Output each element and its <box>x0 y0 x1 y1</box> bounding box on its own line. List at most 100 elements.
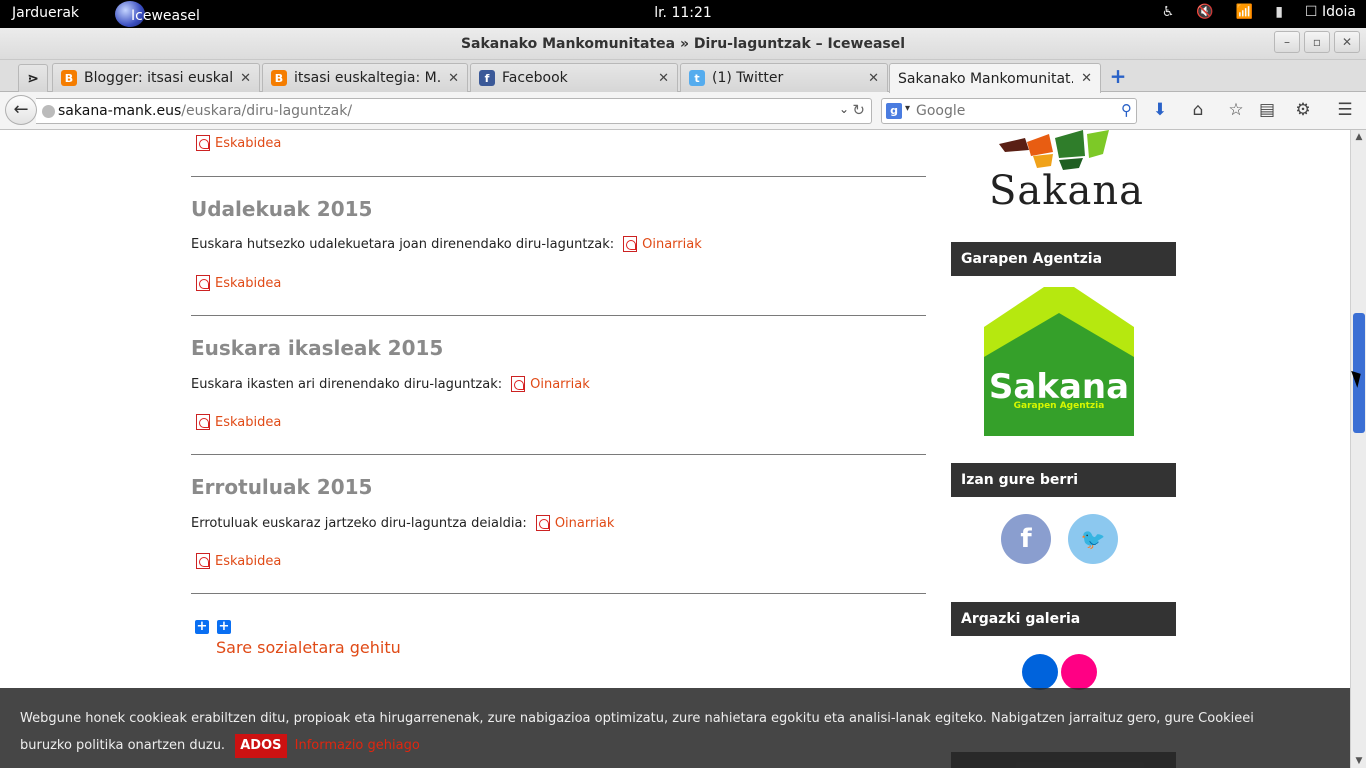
pdf-link-eskabidea[interactable]: Eskabidea <box>196 275 281 291</box>
accessibility-icon[interactable]: ♿ <box>1162 4 1175 20</box>
close-window-button[interactable]: ✕ <box>1334 31 1360 53</box>
section-text: Euskara hutsezko udalekuetara joan diren… <box>191 236 702 252</box>
tab-sakana[interactable]: Sakanako Mankomunitat... ✕ <box>889 63 1101 93</box>
tab-itsasi[interactable]: B itsasi euskaltegia: M... ✕ <box>262 63 468 92</box>
cookie-text: Webgune honek cookieak erabiltzen ditu, … <box>20 711 1254 753</box>
garapen-agentzia-logo[interactable]: Sakana Garapen Agentzia <box>984 287 1134 436</box>
url-bar[interactable]: sakana-mank.eus/euskara/diru-laguntzak/ … <box>36 98 872 124</box>
section-title: Errotuluak 2015 <box>191 475 373 499</box>
facebook-icon[interactable]: f <box>1001 514 1051 564</box>
pdf-link-oinarriak[interactable]: Oinarriak <box>511 376 590 392</box>
download-icon[interactable]: ⬇ <box>1149 100 1171 122</box>
home-icon[interactable]: ⌂ <box>1187 100 1209 122</box>
bookmark-star-icon[interactable]: ☆ <box>1225 100 1247 122</box>
facebook-icon: f <box>479 70 495 86</box>
sidebar-heading: Izan gure berri <box>951 463 1176 497</box>
pdf-link-oinarriak[interactable]: Oinarriak <box>623 236 702 252</box>
cookie-more-info-link[interactable]: Informazio gehiago <box>295 738 420 753</box>
tab-twitter[interactable]: t (1) Twitter ✕ <box>680 63 888 92</box>
tab-label: Facebook <box>502 70 568 86</box>
system-tray: ♿ 🔇 📶 ▮ ☐ Idoia <box>1162 4 1356 20</box>
flickr-icon[interactable] <box>1061 654 1097 690</box>
user-menu[interactable]: ☐ Idoia <box>1305 4 1356 20</box>
pdf-icon <box>623 236 638 252</box>
new-tab-button[interactable]: + <box>1108 66 1128 86</box>
pdf-link-label: Oinarriak <box>530 376 590 392</box>
share-link[interactable]: Sare sozialetara gehitu <box>216 638 401 657</box>
tab-strip: ⋗ B Blogger: itsasi euskal... ✕ B itsasi… <box>0 60 1366 93</box>
pdf-icon <box>196 553 210 569</box>
window-titlebar[interactable]: Sakanako Mankomunitatea » Diru-laguntzak… <box>0 28 1366 60</box>
url-text[interactable]: sakana-mank.eus/euskara/diru-laguntzak/ <box>58 103 352 119</box>
cookie-accept-button[interactable]: ADOS <box>235 734 287 758</box>
reload-icon[interactable]: ↻ <box>852 101 865 119</box>
search-icon[interactable]: ⚲ <box>1121 101 1132 119</box>
pdf-link-label: Oinarriak <box>642 236 702 252</box>
activities-button[interactable]: Jarduerak <box>12 5 79 21</box>
battery-icon[interactable]: ▮ <box>1275 4 1283 20</box>
search-bar[interactable]: g ▾ ⚲ <box>881 98 1137 124</box>
tab-groups-icon: ⋗ <box>27 70 39 87</box>
pdf-link[interactable]: Eskabidea <box>196 135 281 151</box>
menu-icon[interactable]: ☰ <box>1334 100 1356 122</box>
volume-muted-icon[interactable]: 🔇 <box>1196 4 1213 20</box>
search-input[interactable] <box>916 101 1106 121</box>
tab-label: Blogger: itsasi euskal... <box>84 70 233 86</box>
maximize-button[interactable]: ▫ <box>1304 31 1330 53</box>
section-title: Udalekuak 2015 <box>191 197 373 221</box>
app-menu[interactable]: Iceweasel <box>115 1 200 27</box>
close-tab-icon[interactable]: ✕ <box>448 71 459 86</box>
pdf-link-eskabidea[interactable]: Eskabidea <box>196 553 281 569</box>
section-title: Euskara ikasleak 2015 <box>191 336 444 360</box>
engine-dropdown-icon[interactable]: ▾ <box>905 103 910 114</box>
twitter-icon[interactable]: 🐦 <box>1068 514 1118 564</box>
user-name: Idoia <box>1321 4 1356 20</box>
twitter-icon: t <box>689 70 705 86</box>
page-content: Eskabidea Udalekuak 2015 Euskara hutsezk… <box>0 130 1350 768</box>
pdf-link-oinarriak[interactable]: Oinarriak <box>535 515 615 531</box>
tab-groups-button[interactable]: ⋗ <box>18 64 48 92</box>
wifi-icon[interactable]: 📶 <box>1236 4 1253 20</box>
share-plus-button[interactable]: + <box>195 620 209 634</box>
app-menu-label: Iceweasel <box>131 8 200 24</box>
minimize-button[interactable]: – <box>1274 31 1300 53</box>
blogger-icon: B <box>271 70 287 86</box>
close-tab-icon[interactable]: ✕ <box>868 71 879 86</box>
tab-label: (1) Twitter <box>712 70 784 86</box>
scroll-down-arrow-icon[interactable]: ▼ <box>1351 754 1366 768</box>
blogger-icon: B <box>61 70 77 86</box>
pdf-icon <box>196 275 210 291</box>
sakana-logo[interactable]: Sakana <box>985 130 1143 220</box>
pdf-link-eskabidea[interactable]: Eskabidea <box>196 414 281 430</box>
pdf-link-label: Eskabidea <box>215 414 282 430</box>
pdf-link-label: Eskabidea <box>215 135 282 151</box>
url-domain: sakana-mank.eus <box>58 103 182 119</box>
section-description: Errotuluak euskaraz jartzeko diru-lagunt… <box>191 515 527 531</box>
flickr-icon[interactable] <box>1022 654 1058 690</box>
close-tab-icon[interactable]: ✕ <box>1081 71 1092 86</box>
sidebar-heading: Argazki galeria <box>951 602 1176 636</box>
divider <box>191 176 926 177</box>
reading-list-icon[interactable]: ▤ <box>1256 100 1278 122</box>
google-engine-icon[interactable]: g <box>886 103 902 119</box>
navigation-toolbar: sakana-mank.eus/euskara/diru-laguntzak/ … <box>0 92 1366 130</box>
section-text: Errotuluak euskaraz jartzeko diru-lagunt… <box>191 515 614 531</box>
pdf-link-label: Eskabidea <box>215 553 282 569</box>
pdf-link-label: Oinarriak <box>554 515 615 531</box>
sakana-leaf-graphic <box>999 130 1109 170</box>
close-tab-icon[interactable]: ✕ <box>658 71 669 86</box>
tab-blogger[interactable]: B Blogger: itsasi euskal... ✕ <box>52 63 260 92</box>
close-tab-icon[interactable]: ✕ <box>240 71 251 86</box>
section-description: Euskara ikasten ari direnendako diru-lag… <box>191 376 503 392</box>
sync-icon[interactable]: ⚙ <box>1292 100 1314 122</box>
window-title: Sakanako Mankomunitatea » Diru-laguntzak… <box>460 36 906 52</box>
share-plus-button[interactable]: + <box>217 620 231 634</box>
pdf-icon <box>196 414 210 430</box>
back-button[interactable]: ← <box>5 95 37 125</box>
vertical-scrollbar[interactable]: ▲ ▼ <box>1350 130 1366 768</box>
site-identity-icon[interactable] <box>42 105 55 118</box>
sakana-logo-text: Sakana <box>989 168 1144 214</box>
scroll-up-arrow-icon[interactable]: ▲ <box>1351 130 1366 144</box>
tab-facebook[interactable]: f Facebook ✕ <box>470 63 678 92</box>
url-history-dropdown-icon[interactable]: ⌄ <box>839 102 849 116</box>
